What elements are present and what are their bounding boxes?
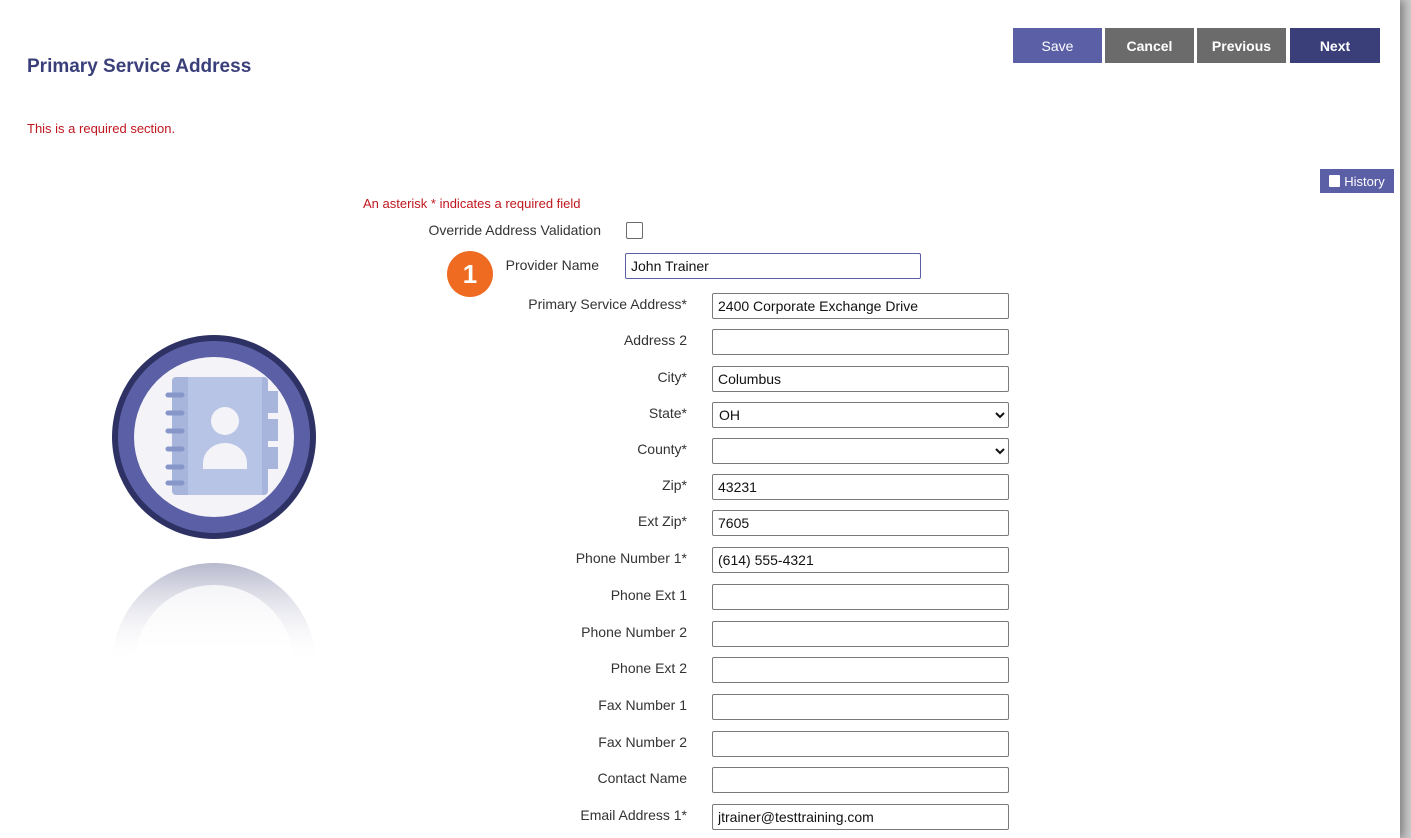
zip-input[interactable] xyxy=(712,474,1009,500)
state-label: State* xyxy=(648,405,687,421)
email-address-1-label: Email Address 1* xyxy=(580,807,687,823)
ext-zip-label: Ext Zip* xyxy=(637,513,687,529)
required-section-note: This is a required section. xyxy=(27,121,176,136)
override-address-validation-checkbox[interactable] xyxy=(626,222,643,239)
fax-number-2-label: Fax Number 2 xyxy=(598,734,687,750)
next-button[interactable]: Next xyxy=(1290,28,1380,63)
primary-service-address-label: Primary Service Address* xyxy=(528,296,687,312)
phone-number-2-input[interactable] xyxy=(712,621,1009,647)
history-button[interactable]: History xyxy=(1320,169,1394,193)
save-button[interactable]: Save xyxy=(1013,28,1102,63)
county-label: County* xyxy=(637,441,687,457)
page: Primary Service Address This is a requir… xyxy=(0,0,1400,838)
phone-ext-1-label: Phone Ext 1 xyxy=(610,587,687,603)
address-2-label: Address 2 xyxy=(623,332,687,348)
provider-name-label: Provider Name xyxy=(505,257,599,273)
city-input[interactable] xyxy=(712,366,1009,392)
phone-ext-2-label: Phone Ext 2 xyxy=(610,660,687,676)
override-address-validation-label: Override Address Validation xyxy=(428,222,602,238)
cancel-button[interactable]: Cancel xyxy=(1105,28,1194,63)
previous-button[interactable]: Previous xyxy=(1197,28,1286,63)
history-icon xyxy=(1329,175,1341,187)
primary-service-address-input[interactable] xyxy=(712,293,1009,319)
city-label: City* xyxy=(657,369,687,385)
address-2-input[interactable] xyxy=(712,329,1009,355)
county-select[interactable] xyxy=(712,438,1009,464)
emblem-reflection xyxy=(112,563,316,665)
phone-ext-2-input[interactable] xyxy=(712,657,1009,683)
zip-label: Zip* xyxy=(662,477,687,493)
fax-number-1-label: Fax Number 1 xyxy=(598,697,687,713)
contact-name-label: Contact Name xyxy=(597,770,687,786)
phone-number-1-input[interactable] xyxy=(712,547,1009,573)
state-select[interactable]: OH xyxy=(712,402,1009,428)
history-label: History xyxy=(1344,173,1385,189)
address-book-icon xyxy=(112,335,316,539)
contact-name-input[interactable] xyxy=(712,767,1009,793)
step-badge: 1 xyxy=(447,251,493,297)
fax-number-1-input[interactable] xyxy=(712,694,1009,720)
provider-name-input[interactable] xyxy=(625,253,921,279)
phone-ext-1-input[interactable] xyxy=(712,584,1009,610)
page-title: Primary Service Address xyxy=(27,56,252,77)
required-field-note: An asterisk * indicates a required field xyxy=(363,196,581,211)
ext-zip-input[interactable] xyxy=(712,510,1009,536)
fax-number-2-input[interactable] xyxy=(712,731,1009,757)
phone-number-2-label: Phone Number 2 xyxy=(581,624,687,640)
email-address-1-input[interactable] xyxy=(712,804,1009,830)
phone-number-1-label: Phone Number 1* xyxy=(575,550,687,566)
